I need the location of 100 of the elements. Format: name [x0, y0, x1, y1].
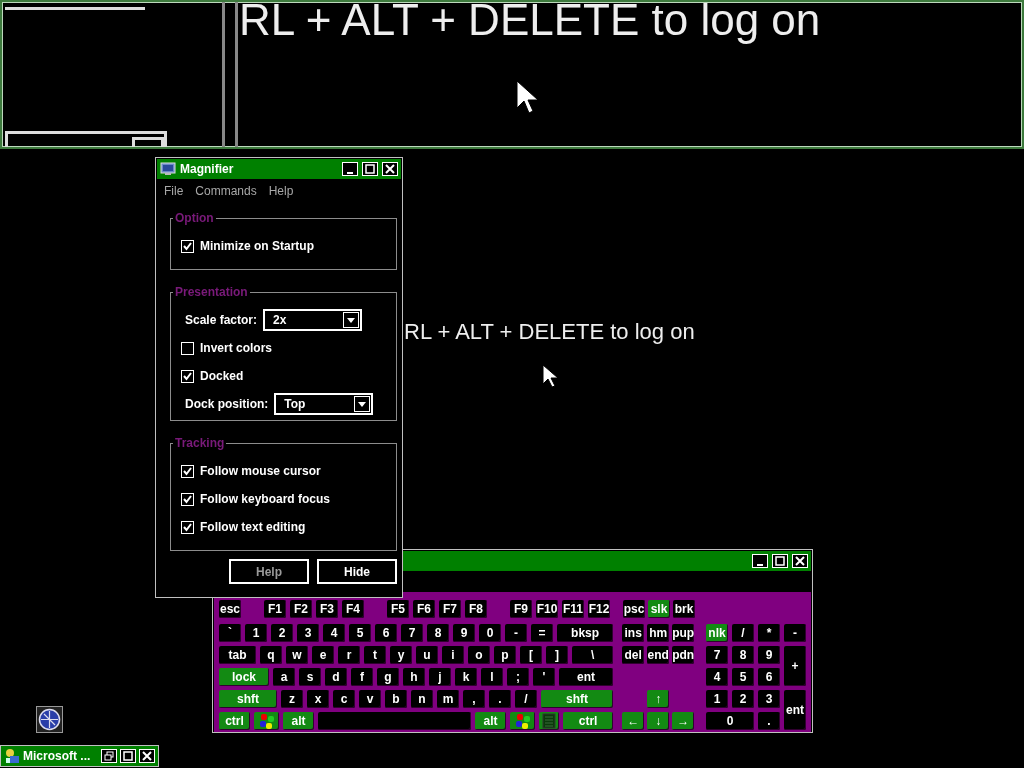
- keyboard-key[interactable]: ctrl: [219, 712, 250, 730]
- keyboard-key[interactable]: del: [622, 646, 645, 664]
- keyboard-key[interactable]: q: [260, 646, 282, 664]
- keyboard-key[interactable]: 0: [706, 712, 754, 730]
- keyboard-key[interactable]: bksp: [557, 624, 614, 642]
- keyboard-key[interactable]: /: [515, 690, 537, 708]
- keyboard-key[interactable]: a: [273, 668, 295, 686]
- close-button[interactable]: [382, 162, 398, 176]
- keyboard-key[interactable]: *: [758, 624, 780, 642]
- keyboard-key[interactable]: .: [489, 690, 511, 708]
- dropdown[interactable]: 2x: [263, 309, 363, 331]
- maximize-button[interactable]: [120, 749, 136, 763]
- keyboard-key[interactable]: .: [758, 712, 780, 730]
- keyboard-key[interactable]: nlk: [706, 624, 728, 642]
- keyboard-key[interactable]: 9: [758, 646, 780, 664]
- keyboard-key[interactable]: ↑: [647, 690, 670, 708]
- menu-item[interactable]: Help: [268, 182, 294, 198]
- keyboard-key[interactable]: `: [219, 624, 241, 642]
- keyboard-key[interactable]: ': [533, 668, 555, 686]
- checkbox[interactable]: [181, 239, 194, 253]
- windows-key[interactable]: [254, 712, 279, 730]
- keyboard-key[interactable]: F4: [342, 600, 364, 618]
- keyboard-key[interactable]: 2: [732, 690, 754, 708]
- keyboard-key[interactable]: 6: [375, 624, 397, 642]
- keyboard-key[interactable]: F12: [588, 600, 610, 618]
- keyboard-key[interactable]: w: [286, 646, 308, 664]
- keyboard-key[interactable]: d: [325, 668, 347, 686]
- keyboard-key[interactable]: F5: [387, 600, 409, 618]
- keyboard-key[interactable]: 2: [271, 624, 293, 642]
- keyboard-key[interactable]: ←: [622, 712, 645, 730]
- keyboard-key[interactable]: ent: [784, 690, 806, 730]
- keyboard-key[interactable]: 3: [297, 624, 319, 642]
- keyboard-key[interactable]: 4: [323, 624, 345, 642]
- keyboard-key[interactable]: psc: [623, 600, 645, 618]
- keyboard-key[interactable]: 4: [706, 668, 728, 686]
- keyboard-key[interactable]: e: [312, 646, 334, 664]
- keyboard-key[interactable]: ins: [622, 624, 645, 642]
- keyboard-key[interactable]: l: [481, 668, 503, 686]
- keyboard-key[interactable]: 3: [758, 690, 780, 708]
- keyboard-key[interactable]: F1: [264, 600, 286, 618]
- keyboard-key[interactable]: alt: [475, 712, 506, 730]
- minimize-button[interactable]: [342, 162, 358, 176]
- keyboard-key[interactable]: F8: [465, 600, 487, 618]
- keyboard-key[interactable]: 9: [453, 624, 475, 642]
- menu-item[interactable]: Commands: [195, 182, 257, 198]
- keyboard-key[interactable]: h: [403, 668, 425, 686]
- keyboard-key[interactable]: F6: [413, 600, 435, 618]
- keyboard-key[interactable]: F7: [439, 600, 461, 618]
- keyboard-key[interactable]: 0: [479, 624, 501, 642]
- dropdown[interactable]: Top: [274, 393, 374, 415]
- keyboard-key[interactable]: =: [531, 624, 553, 642]
- keyboard-key[interactable]: 1: [706, 690, 728, 708]
- keyboard-key[interactable]: m: [437, 690, 459, 708]
- keyboard-key[interactable]: pup: [672, 624, 695, 642]
- keyboard-key[interactable]: F9: [510, 600, 532, 618]
- dial-icon[interactable]: [36, 706, 63, 733]
- close-button[interactable]: [792, 554, 808, 568]
- checkbox[interactable]: [181, 464, 194, 478]
- keyboard-key[interactable]: n: [411, 690, 433, 708]
- keyboard-key[interactable]: [: [520, 646, 542, 664]
- keyboard-key[interactable]: j: [429, 668, 451, 686]
- keyboard-key[interactable]: k: [455, 668, 477, 686]
- keyboard-key[interactable]: 1: [245, 624, 267, 642]
- keyboard-key[interactable]: shft: [541, 690, 614, 708]
- keyboard-key[interactable]: slk: [648, 600, 670, 618]
- keyboard-key[interactable]: alt: [283, 712, 314, 730]
- maximize-button[interactable]: [362, 162, 378, 176]
- keyboard-key[interactable]: f: [351, 668, 373, 686]
- keyboard-key[interactable]: F11: [562, 600, 584, 618]
- checkbox[interactable]: [181, 520, 194, 534]
- checkbox[interactable]: [181, 369, 194, 383]
- maximize-button[interactable]: [772, 554, 788, 568]
- keyboard-key[interactable]: x: [307, 690, 329, 708]
- keyboard-key[interactable]: F2: [290, 600, 312, 618]
- keyboard-key[interactable]: t: [364, 646, 386, 664]
- keyboard-key[interactable]: r: [338, 646, 360, 664]
- checkbox[interactable]: [181, 341, 194, 355]
- keyboard-key[interactable]: ent: [559, 668, 614, 686]
- keyboard-key[interactable]: p: [494, 646, 516, 664]
- keyboard-key[interactable]: ↓: [647, 712, 670, 730]
- keyboard-key[interactable]: end: [647, 646, 670, 664]
- keyboard-key[interactable]: u: [416, 646, 438, 664]
- keyboard-key[interactable]: 7: [706, 646, 728, 664]
- keyboard-key[interactable]: o: [468, 646, 490, 664]
- keyboard-key[interactable]: -: [784, 624, 806, 642]
- keyboard-key[interactable]: tab: [219, 646, 256, 664]
- menu-item[interactable]: File: [164, 182, 184, 198]
- minimize-button[interactable]: [752, 554, 768, 568]
- menu-key[interactable]: [539, 712, 559, 730]
- keyboard-key[interactable]: brk: [673, 600, 695, 618]
- restore-button[interactable]: [101, 749, 117, 763]
- keyboard-key[interactable]: s: [299, 668, 321, 686]
- dialog-button[interactable]: Hide: [317, 559, 397, 584]
- keyboard-key[interactable]: v: [359, 690, 381, 708]
- keyboard-key[interactable]: hm: [647, 624, 670, 642]
- keyboard-key[interactable]: 8: [427, 624, 449, 642]
- checkbox[interactable]: [181, 492, 194, 506]
- keyboard-key[interactable]: 5: [732, 668, 754, 686]
- keyboard-key[interactable]: y: [390, 646, 412, 664]
- keyboard-key[interactable]: +: [784, 646, 806, 686]
